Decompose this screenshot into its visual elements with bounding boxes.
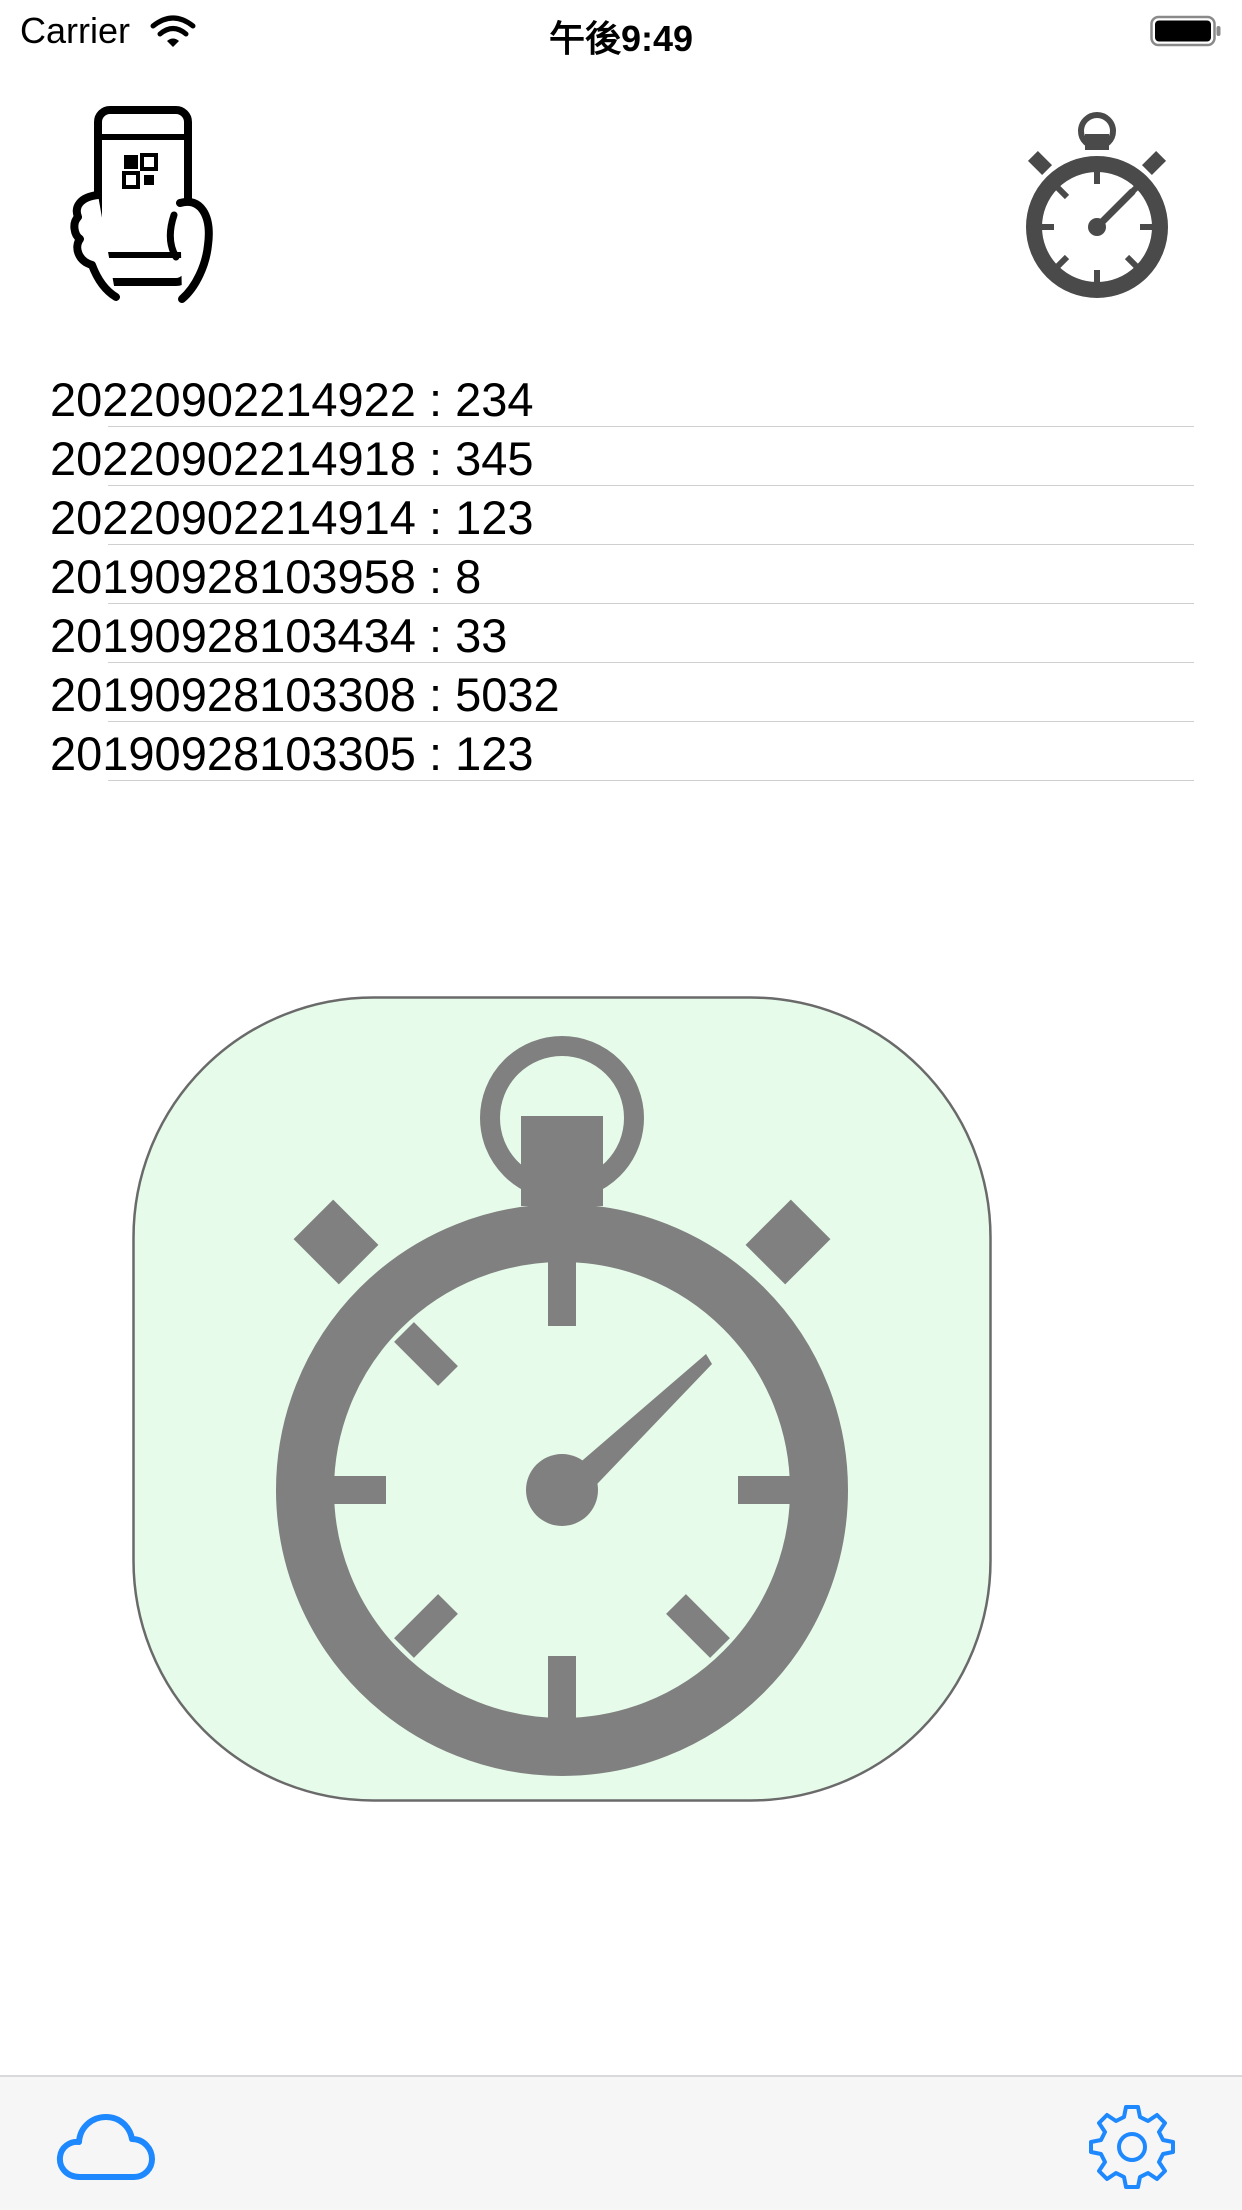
phone-in-hand-qr-icon[interactable] bbox=[70, 105, 220, 305]
tab-bar bbox=[0, 2075, 1242, 2210]
stopwatch-icon[interactable] bbox=[1022, 106, 1172, 306]
list-item[interactable]: 20190928103305 : 123 bbox=[50, 722, 1194, 781]
list-item[interactable]: 20220902214922 : 234 bbox=[50, 368, 1194, 427]
list-item[interactable]: 20220902214914 : 123 bbox=[50, 486, 1194, 545]
record-text: 20220902214918 : 345 bbox=[50, 432, 534, 485]
battery-icon bbox=[1150, 15, 1221, 47]
list-item[interactable]: 20190928103308 : 5032 bbox=[50, 663, 1194, 722]
record-text: 20220902214914 : 123 bbox=[50, 491, 534, 544]
list-item[interactable]: 20190928103958 : 8 bbox=[50, 545, 1194, 604]
gear-icon[interactable] bbox=[1086, 2101, 1178, 2193]
stopwatch-button[interactable] bbox=[132, 996, 992, 1802]
record-list: 20220902214922 : 234 20220902214918 : 34… bbox=[50, 368, 1194, 781]
cloud-icon[interactable] bbox=[56, 2107, 156, 2187]
record-text: 20190928103305 : 123 bbox=[50, 727, 534, 780]
list-item[interactable]: 20190928103434 : 33 bbox=[50, 604, 1194, 663]
row-separator bbox=[108, 780, 1194, 781]
record-text: 20190928103308 : 5032 bbox=[50, 668, 560, 721]
status-bar: Carrier 午後9:49 bbox=[0, 0, 1242, 62]
list-item[interactable]: 20220902214918 : 345 bbox=[50, 427, 1194, 486]
record-text: 20190928103958 : 8 bbox=[50, 550, 482, 603]
record-text: 20190928103434 : 33 bbox=[50, 609, 508, 662]
record-text: 20220902214922 : 234 bbox=[50, 373, 534, 426]
status-time: 午後9:49 bbox=[548, 18, 694, 59]
